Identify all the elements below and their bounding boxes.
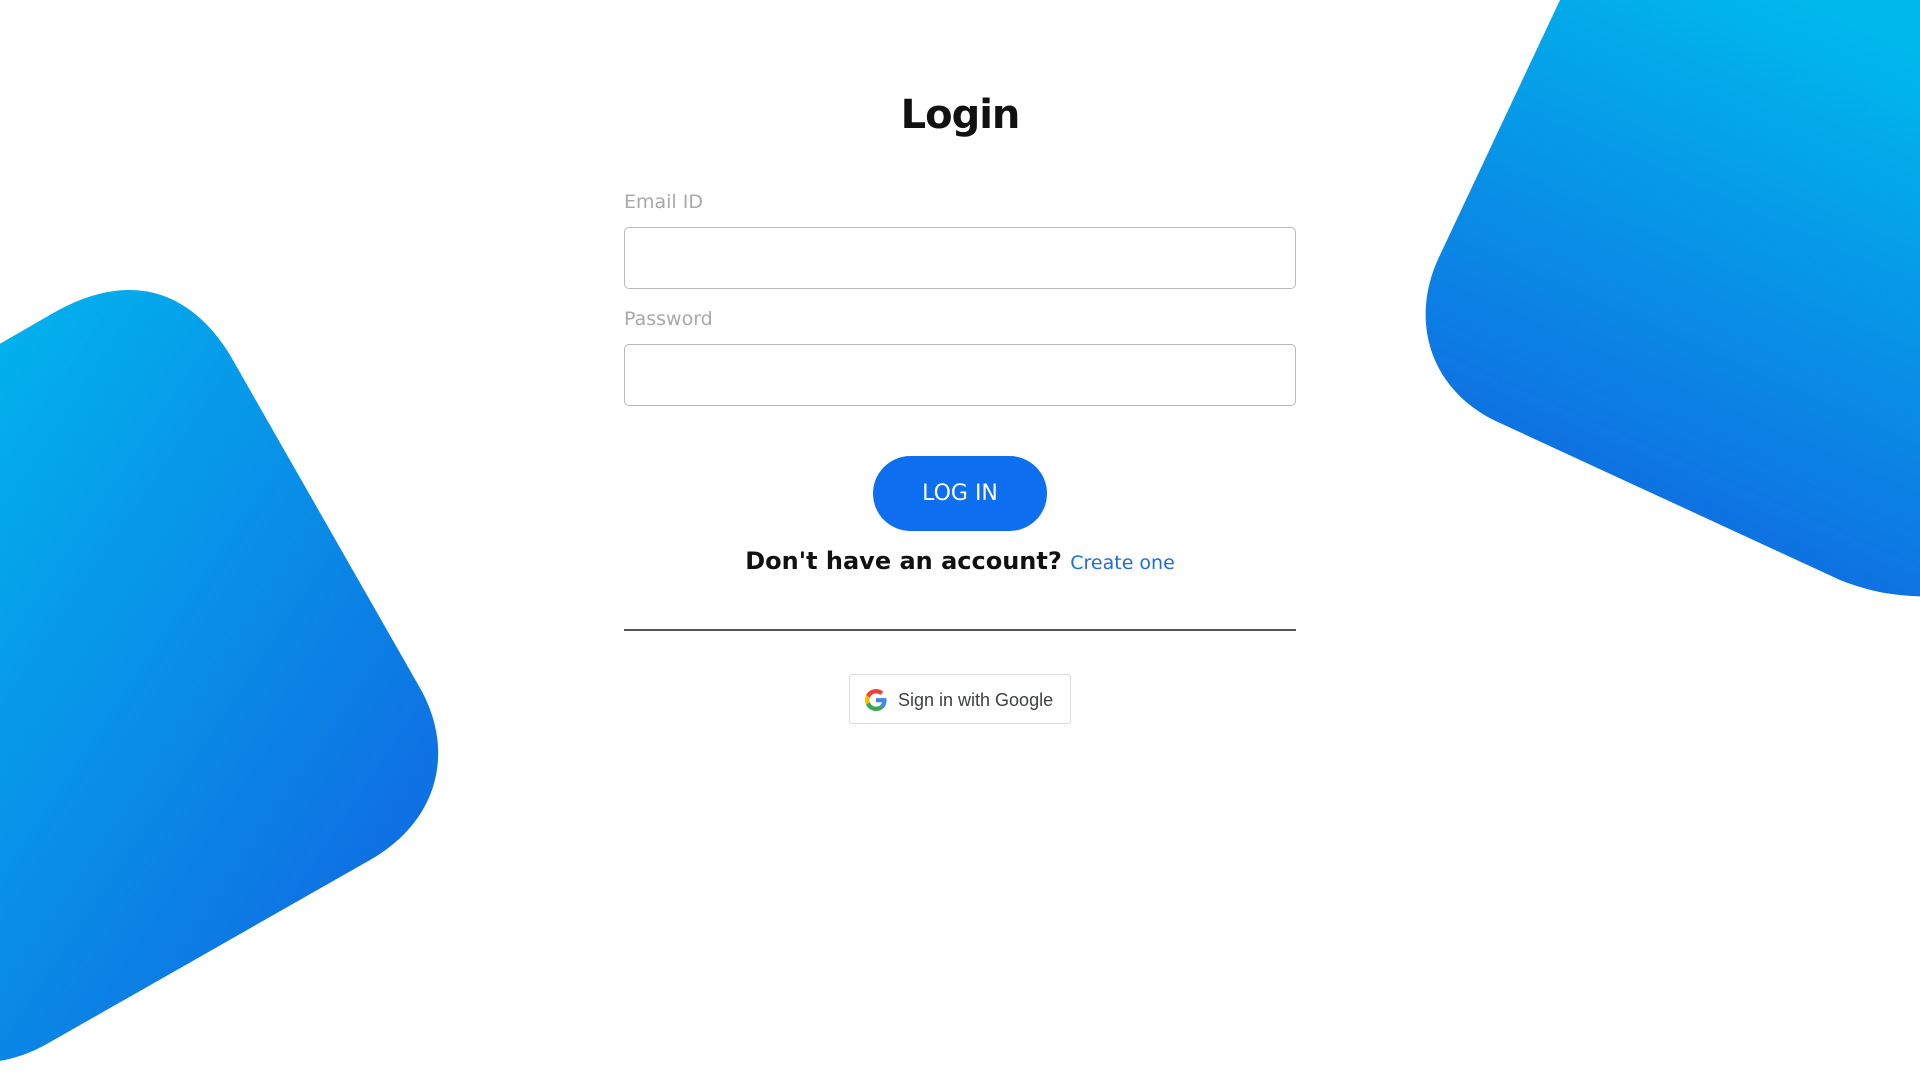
password-label: Password [624,308,713,330]
google-signin-button[interactable]: Sign in with Google [849,674,1071,724]
create-account-link[interactable]: Create one [1070,552,1175,574]
signup-prompt: Don't have an account? Create one [624,547,1296,575]
password-input[interactable] [624,344,1296,406]
left-decorative-shape [0,290,439,1061]
email-label: Email ID [624,191,703,213]
email-input[interactable] [624,227,1296,289]
page-title: Login [900,92,1021,138]
login-page: Login Email ID Password LOG IN Don't hav… [0,0,1920,1080]
google-signin-label: Sign in with Google [898,690,1054,710]
google-g-icon [865,689,887,711]
signup-question: Don't have an account? [745,547,1062,575]
divider [624,629,1296,631]
login-button[interactable]: LOG IN [873,456,1047,531]
right-decorative-shape [1425,0,1920,597]
